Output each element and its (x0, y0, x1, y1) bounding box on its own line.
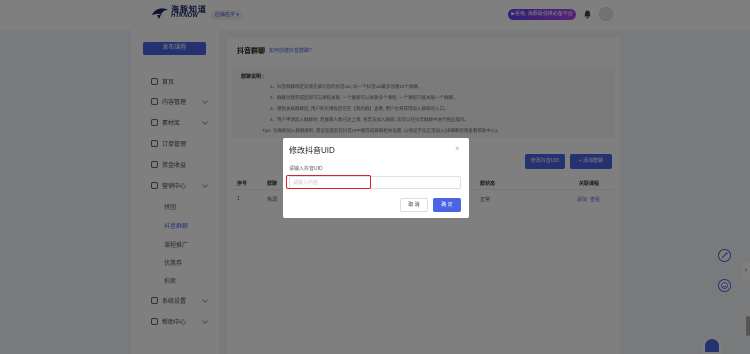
uid-field-label: 请输入抖音UID (289, 166, 323, 172)
modal-title: 修改抖音UID (289, 146, 335, 155)
confirm-button[interactable]: 确 定 (433, 198, 461, 212)
uid-input[interactable] (289, 176, 461, 189)
edit-uid-modal: 修改抖音UID × 请输入抖音UID 取 消 确 定 (283, 138, 469, 218)
close-icon[interactable]: × (455, 144, 460, 153)
cancel-button[interactable]: 取 消 (400, 198, 428, 212)
